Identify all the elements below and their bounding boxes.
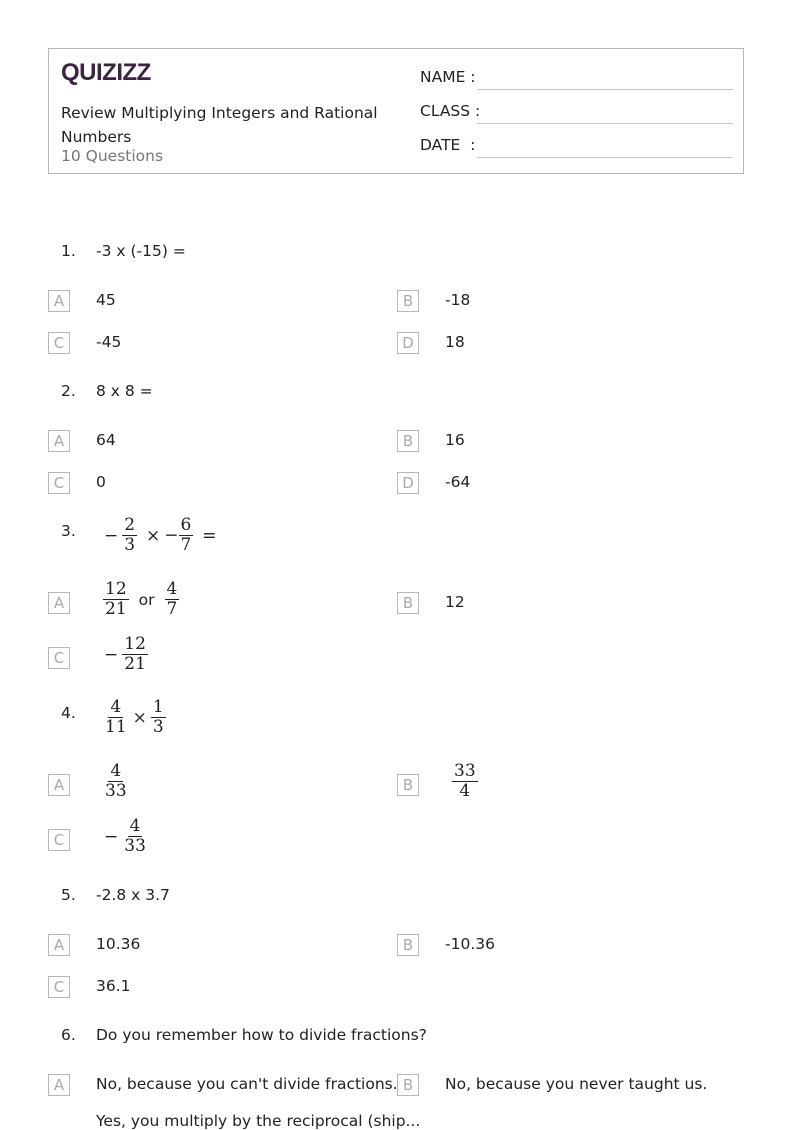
question-math: 4 11 × 1 3: [103, 698, 166, 737]
numerator: 2: [122, 515, 138, 536]
question-count: 10 Questions: [61, 147, 164, 165]
question-number: 3.: [61, 522, 76, 540]
numerator: 4: [127, 816, 143, 837]
question-text: 8 x 8 =: [96, 382, 153, 400]
question-math: −2 3 × −6 7 =: [100, 516, 221, 555]
denominator: 11: [105, 717, 127, 737]
fraction: 4 33: [103, 762, 129, 801]
option-a-text: 45: [96, 291, 116, 309]
option-d-box[interactable]: D: [397, 332, 419, 354]
numerator: 1: [150, 697, 166, 718]
option-a-box[interactable]: A: [48, 774, 70, 796]
option-d-box[interactable]: D: [397, 472, 419, 494]
fraction: 47: [164, 579, 180, 619]
option-b-text: -10.36: [445, 935, 495, 953]
option-a-text: No, because you can't divide fractions.: [96, 1075, 398, 1093]
numerator: 12: [103, 579, 129, 600]
question-text: Do you remember how to divide fractions?: [96, 1026, 427, 1044]
option-b-box[interactable]: B: [397, 1074, 419, 1096]
fraction: 4 33: [122, 817, 148, 856]
option-a-box[interactable]: A: [48, 592, 70, 614]
denominator: 33: [105, 781, 127, 801]
numerator: 4: [164, 579, 180, 600]
minus-sign: −: [104, 525, 119, 546]
times-sign: ×: [146, 525, 161, 546]
numerator: 4: [108, 697, 124, 718]
option-a-box[interactable]: A: [48, 1074, 70, 1096]
option-b-text: -18: [445, 291, 471, 309]
option-c-text: -45: [96, 333, 122, 351]
option-c-text: 0: [96, 473, 106, 491]
option-a-math: 12 21 or 4 7: [103, 579, 180, 619]
or-text: or: [138, 590, 155, 609]
option-c-math: −4 33: [100, 817, 148, 856]
option-b-text: 16: [445, 431, 465, 449]
option-b-box[interactable]: B: [397, 430, 419, 452]
fraction: 23: [122, 515, 138, 555]
worksheet-header: QUIZIZZ Review Multiplying Integers and …: [48, 48, 744, 174]
date-line[interactable]: [477, 157, 733, 158]
option-c-math: −12 21: [100, 635, 148, 674]
option-b-math: 33 4: [452, 762, 478, 801]
name-line[interactable]: [477, 89, 733, 90]
fraction: 12 21: [103, 580, 129, 619]
option-c-text: 36.1: [96, 977, 131, 995]
option-a-box[interactable]: A: [48, 430, 70, 452]
question-number: 6.: [61, 1026, 76, 1044]
numerator: 6: [178, 515, 194, 536]
name-label: NAME :: [420, 68, 476, 86]
option-c-text-partial: Yes, you multiply by the reciprocal (shi…: [96, 1112, 421, 1130]
option-b-box[interactable]: B: [397, 592, 419, 614]
option-d-text: -64: [445, 473, 471, 491]
worksheet-title: Review Multiplying Integers and Rational…: [61, 104, 378, 146]
option-a-box[interactable]: A: [48, 934, 70, 956]
denominator: 21: [124, 654, 146, 674]
question-number: 4.: [61, 704, 76, 722]
question-number: 1.: [61, 242, 76, 260]
option-a-box[interactable]: A: [48, 290, 70, 312]
option-b-text: 12: [445, 593, 465, 611]
fraction: 67: [178, 515, 194, 555]
class-label: CLASS :: [420, 102, 481, 120]
minus-sign: −: [164, 525, 179, 546]
quizizz-logo: QUIZIZZ: [61, 59, 151, 86]
equals-sign: =: [202, 525, 217, 546]
option-a-text: 64: [96, 431, 116, 449]
option-a-math: 4 33: [103, 762, 129, 801]
question-text: -2.8 x 3.7: [96, 886, 170, 904]
option-d-text: 18: [445, 333, 465, 351]
question-number: 5.: [61, 886, 76, 904]
minus-sign: −: [104, 826, 119, 847]
numerator: 4: [108, 761, 124, 782]
denominator: 3: [152, 717, 164, 737]
question-number: 2.: [61, 382, 76, 400]
question-text: -3 x (-15) =: [96, 242, 186, 260]
option-c-box[interactable]: C: [48, 472, 70, 494]
fraction: 13: [150, 697, 166, 737]
fraction: 12 21: [122, 635, 148, 674]
numerator: 33: [452, 761, 478, 782]
fraction: 33 4: [452, 762, 478, 801]
option-c-box[interactable]: C: [48, 647, 70, 669]
option-b-box[interactable]: B: [397, 774, 419, 796]
times-sign: ×: [132, 707, 147, 728]
date-label: DATE :: [420, 136, 476, 154]
fraction: 4 11: [103, 698, 129, 737]
option-a-text: 10.36: [96, 935, 141, 953]
denominator: 7: [166, 599, 178, 619]
denominator: 7: [180, 535, 192, 555]
option-b-box[interactable]: B: [397, 290, 419, 312]
class-line[interactable]: [477, 123, 733, 124]
denominator: 3: [124, 535, 136, 555]
option-c-box[interactable]: C: [48, 332, 70, 354]
denominator: 4: [459, 781, 471, 801]
numerator: 12: [122, 634, 148, 655]
option-b-text: No, because you never taught us.: [445, 1075, 708, 1093]
option-b-box[interactable]: B: [397, 934, 419, 956]
minus-sign: −: [104, 644, 119, 665]
denominator: 21: [105, 599, 127, 619]
option-c-box[interactable]: C: [48, 976, 70, 998]
option-c-box[interactable]: C: [48, 829, 70, 851]
denominator: 33: [124, 836, 146, 856]
